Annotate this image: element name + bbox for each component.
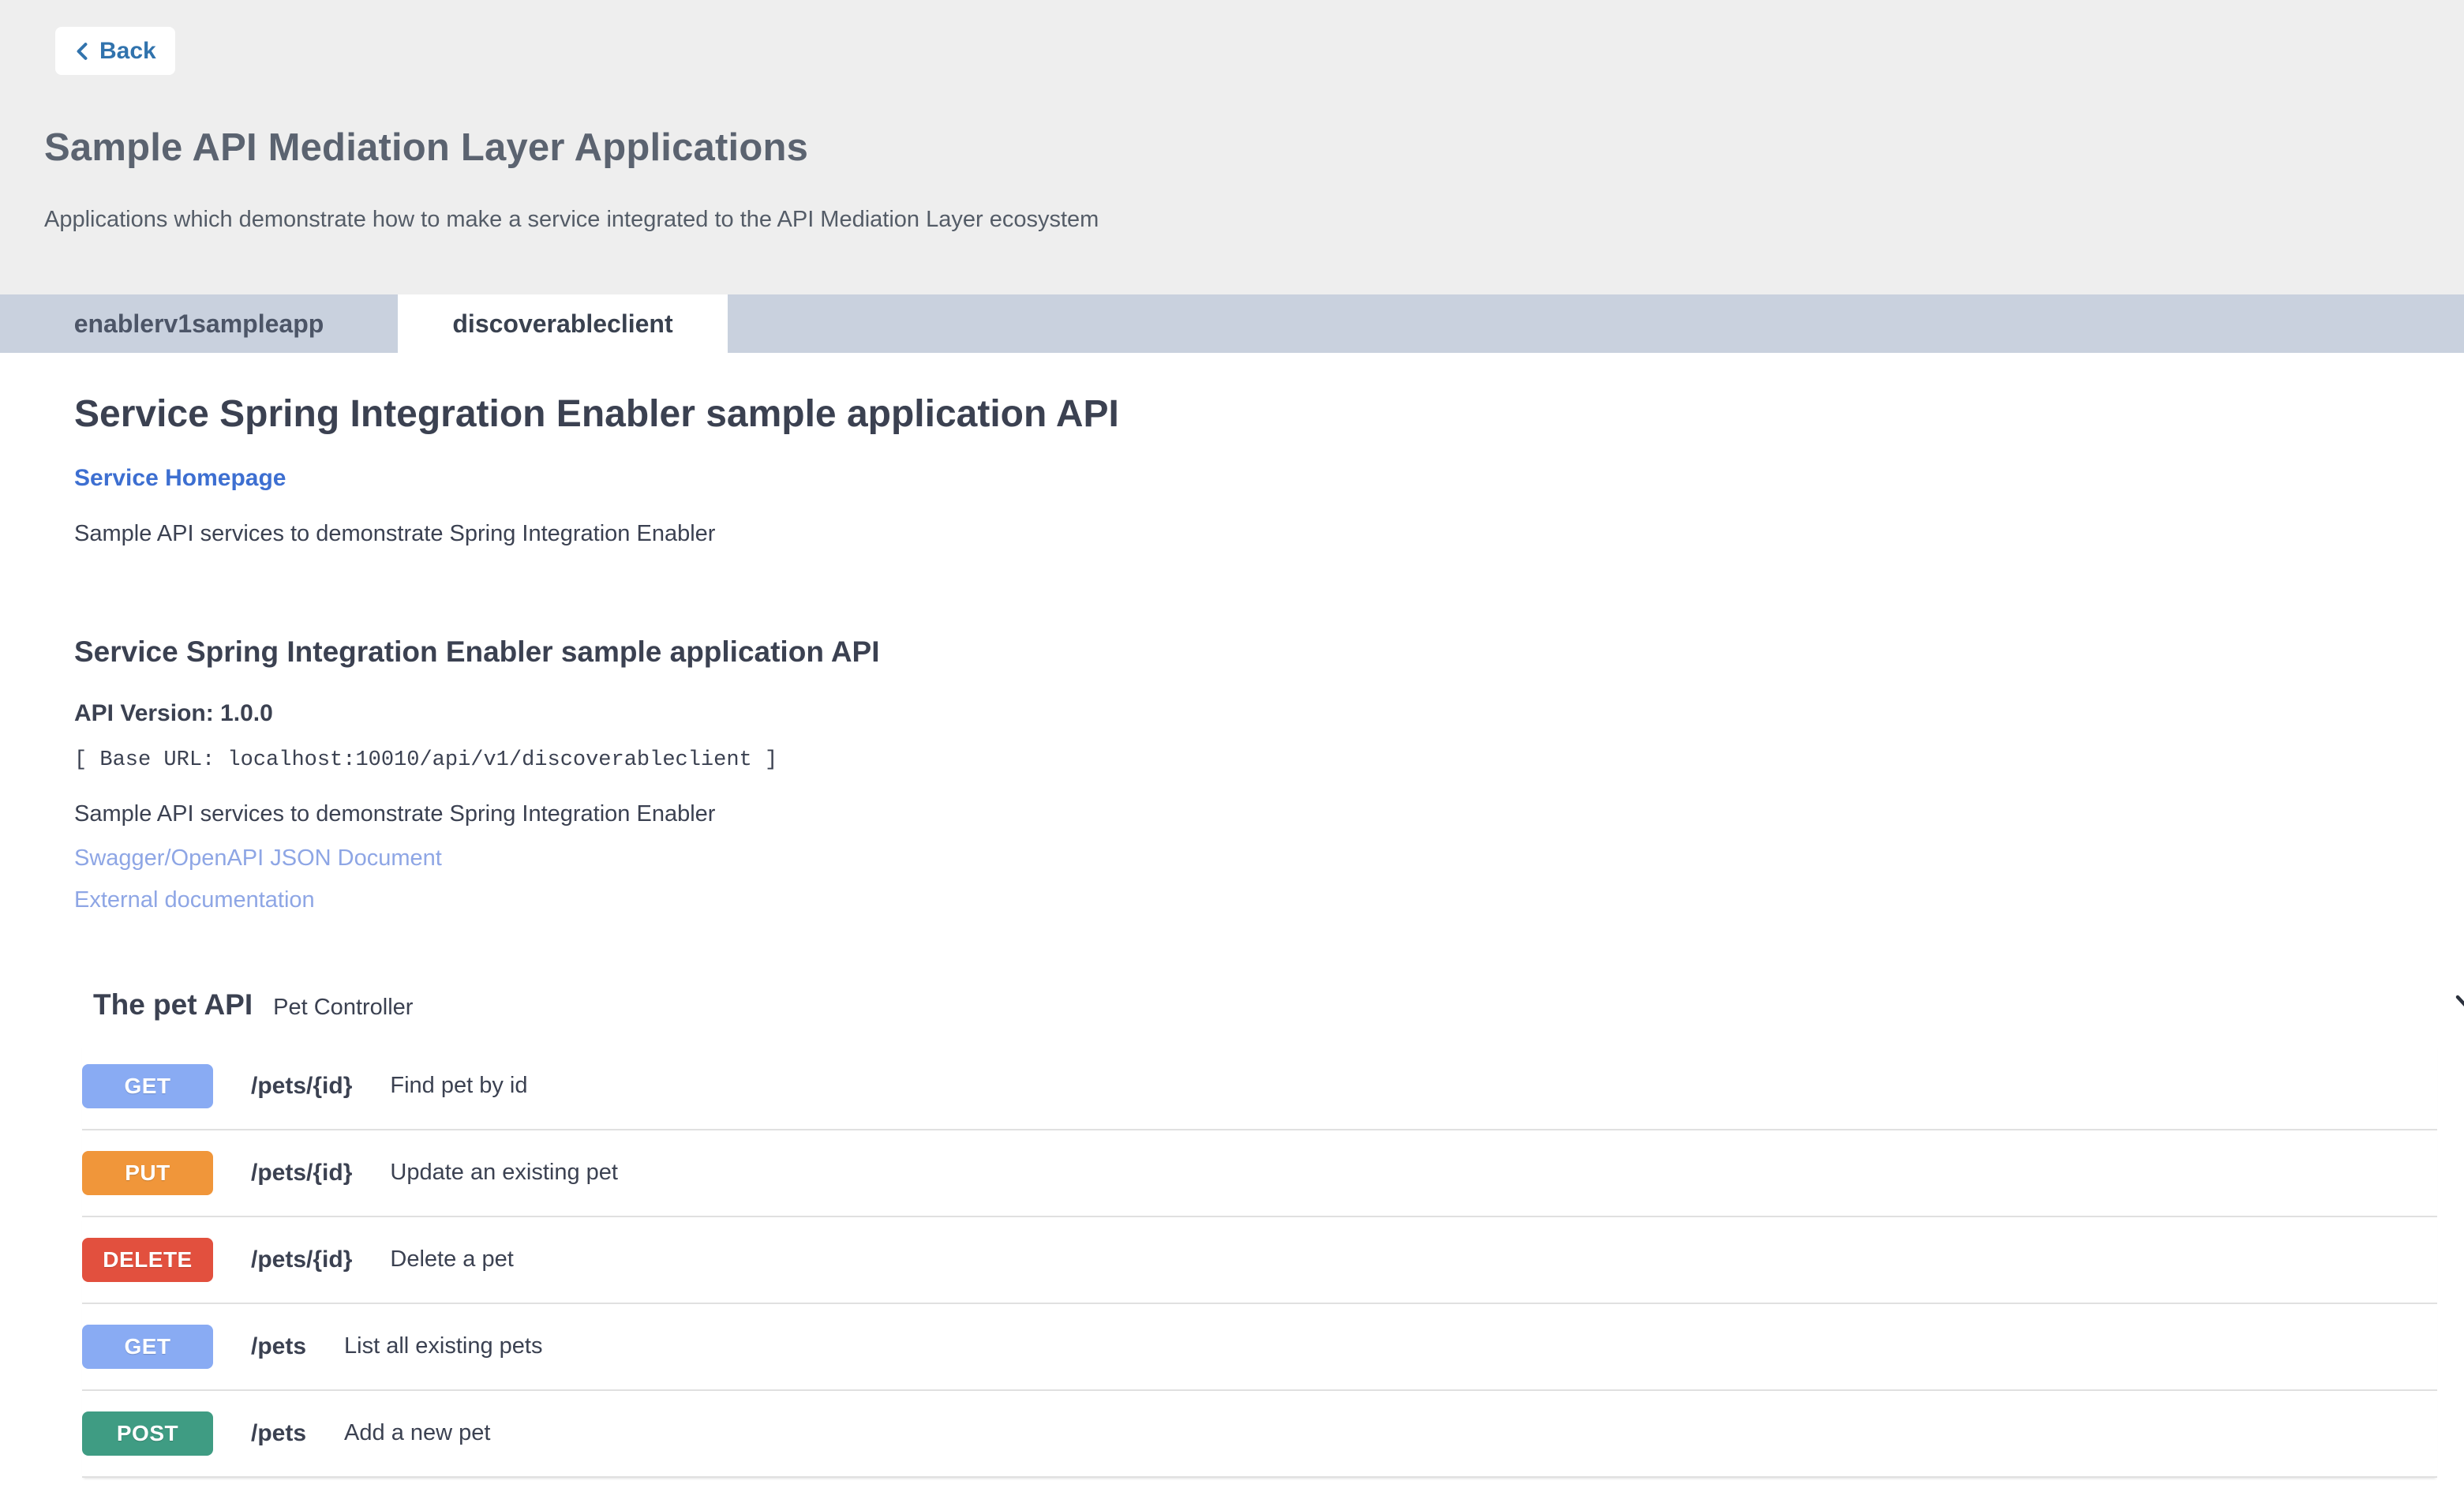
http-method-badge: GET <box>82 1064 213 1108</box>
endpoint-summary: Delete a pet <box>390 1246 513 1273</box>
http-method-badge: PUT <box>82 1151 213 1195</box>
tab-enablerv1sampleapp[interactable]: enablerv1sampleapp <box>0 294 398 353</box>
api-operation-row[interactable]: DELETE/pets/{id} Delete a pet <box>82 1217 2437 1304</box>
endpoint-path: /pets/{id} <box>251 1246 352 1273</box>
service-detail: Service Spring Integration Enabler sampl… <box>0 392 2464 1478</box>
page-title: Sample API Mediation Layer Applications <box>44 126 2464 170</box>
http-method-badge: DELETE <box>82 1238 213 1282</box>
pet-api-section: The pet API Pet Controller GET/pets/{id}… <box>0 988 2464 1478</box>
api-operation-row[interactable]: GET/pets/{id} Find pet by id <box>82 1044 2437 1130</box>
operations-list: GET/pets/{id} Find pet by id PUT/pets/{id}… <box>82 1044 2437 1478</box>
swagger-json-link[interactable]: Swagger/OpenAPI JSON Document <box>74 845 442 872</box>
page-subtitle: Applications which demonstrate how to ma… <box>44 207 2464 233</box>
http-method-badge: GET <box>82 1325 213 1369</box>
endpoint-path: /pets <box>251 1420 306 1447</box>
endpoint-summary: List all existing pets <box>344 1333 542 1359</box>
api-operation-row[interactable]: PUT/pets/{id} Update an existing pet <box>82 1130 2437 1217</box>
endpoint-summary: Update an existing pet <box>390 1160 618 1186</box>
chevron-left-icon <box>74 39 90 63</box>
endpoint-summary: Find pet by id <box>390 1073 527 1099</box>
api-operation-row[interactable]: GET/pets List all existing pets <box>82 1304 2437 1391</box>
service-description: Sample API services to demonstrate Sprin… <box>74 521 2464 547</box>
service-homepage-link[interactable]: Service Homepage <box>74 464 286 493</box>
pet-api-subtitle: Pet Controller <box>273 995 413 1021</box>
external-docs-link[interactable]: External documentation <box>74 887 315 914</box>
api-operation-row[interactable]: POST/pets Add a new pet <box>82 1391 2437 1478</box>
api-base-url: [ Base URL: localhost:10010/api/v1/disco… <box>74 748 2464 772</box>
tab-bar: enablerv1sampleapp discoverableclient <box>0 294 2464 353</box>
http-method-badge: POST <box>82 1411 213 1456</box>
tab-discoverableclient[interactable]: discoverableclient <box>398 294 728 353</box>
endpoint-path: /pets/{id} <box>251 1160 352 1186</box>
pet-api-header: The pet API Pet Controller <box>93 988 2464 1022</box>
page-header: Back Sample API Mediation Layer Applicat… <box>0 0 2464 294</box>
pet-api-title: The pet API <box>93 988 253 1022</box>
service-title: Service Spring Integration Enabler sampl… <box>74 392 2464 436</box>
api-version: API Version: 1.0.0 <box>74 700 2464 727</box>
api-doc-description: Sample API services to demonstrate Sprin… <box>74 801 2464 827</box>
api-doc-title: Service Spring Integration Enabler sampl… <box>74 635 2464 669</box>
back-button-label: Back <box>99 38 156 65</box>
chevron-down-icon[interactable] <box>2450 985 2464 1024</box>
back-button[interactable]: Back <box>55 27 175 75</box>
endpoint-path: /pets/{id} <box>251 1073 352 1100</box>
endpoint-summary: Add a new pet <box>344 1420 490 1446</box>
endpoint-path: /pets <box>251 1333 306 1360</box>
